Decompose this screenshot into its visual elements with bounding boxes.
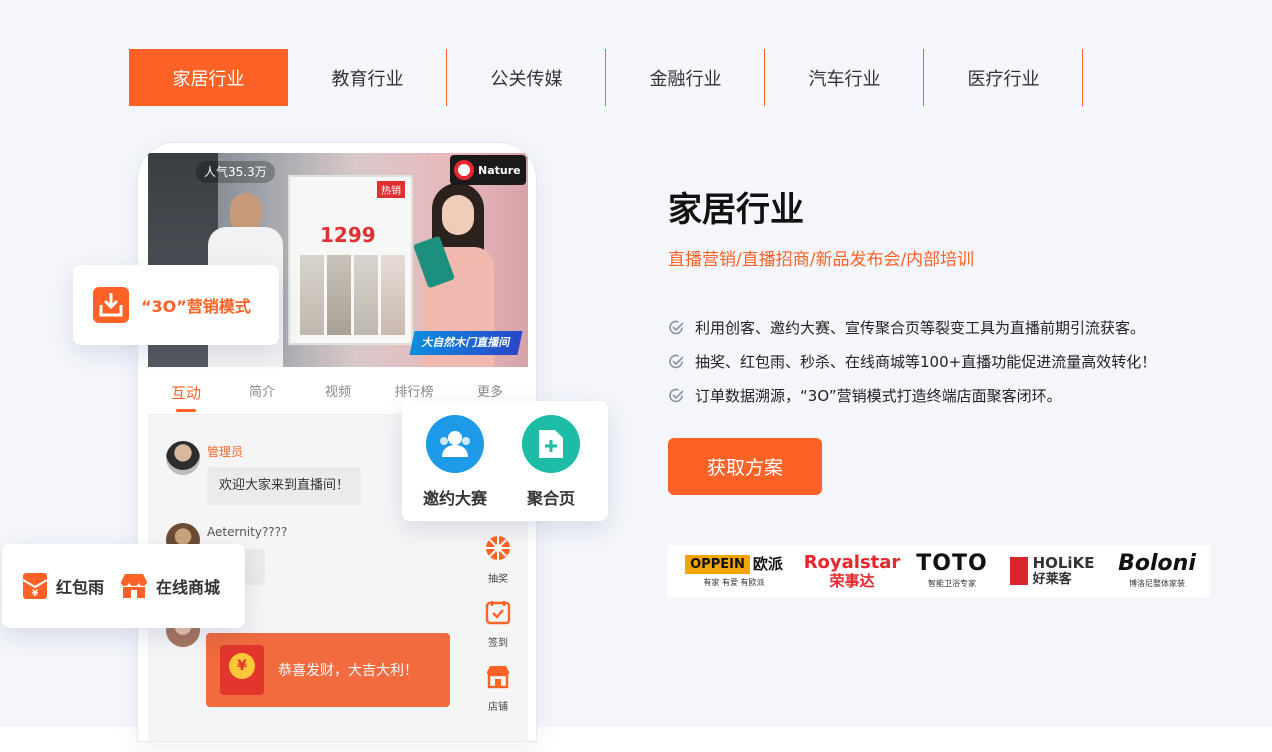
add-page-icon bbox=[522, 415, 580, 473]
download-box-icon bbox=[93, 287, 129, 323]
tab-medical[interactable]: 医疗行业 bbox=[924, 49, 1083, 106]
chat-message: 欢迎大家来到直播间！ bbox=[207, 467, 362, 505]
tab-finance[interactable]: 金融行业 bbox=[606, 49, 765, 106]
invitation-contest-item[interactable]: 邀约大赛 bbox=[410, 415, 500, 509]
live-room-label: 大自然木门直播间 bbox=[409, 331, 523, 355]
brand-name: Nature bbox=[478, 163, 521, 177]
store-tool[interactable]: 店铺 bbox=[478, 663, 518, 713]
check-circle-icon bbox=[669, 354, 684, 368]
phone-tab-interact[interactable]: 互动 bbox=[148, 375, 224, 414]
product-board: 热销 1299 bbox=[288, 175, 413, 345]
tab-automotive[interactable]: 汽车行业 bbox=[765, 49, 924, 106]
red-packet-text: 恭喜发财，大吉大利！ bbox=[278, 663, 418, 679]
red-envelope-icon: ¥ bbox=[220, 645, 264, 695]
list-item: 抽奖、红包雨、秒杀、在线商城等100+直播功能促进流量高效转化！ bbox=[668, 344, 1156, 378]
tab-public-relations-media[interactable]: 公关传媒 bbox=[447, 49, 606, 106]
users-icon bbox=[426, 415, 484, 473]
red-packet-rain-item[interactable]: ¥ 红包雨 bbox=[22, 572, 104, 600]
partner-logos: OPPEIN 欧派 有家 有爱 有欧派 Royalstar 荣事达 TOTO 智… bbox=[668, 545, 1210, 597]
board-price: 1299 bbox=[320, 223, 376, 247]
online-mall-label: 在线商城 bbox=[156, 578, 221, 597]
logo-holike: HOLiKE 好莱客 bbox=[1000, 545, 1104, 597]
o2o-marketing-label: “3O”营销模式 bbox=[141, 297, 251, 316]
tools-card: 邀约大赛 聚合页 bbox=[402, 401, 608, 521]
lottery-icon bbox=[486, 536, 510, 560]
list-item: 订单数据溯源，“3O”营销模式打造终端店面聚客闭环。 bbox=[668, 378, 1156, 412]
checkin-icon bbox=[485, 601, 511, 625]
shop-icon bbox=[121, 574, 148, 598]
avatar bbox=[166, 441, 200, 475]
phone-tab-video[interactable]: 视频 bbox=[300, 375, 376, 414]
logo-oppein: OPPEIN 欧派 有家 有爱 有欧派 bbox=[668, 545, 800, 597]
popularity-count: 人气35.3万 bbox=[196, 161, 275, 183]
logo-royalstar: Royalstar 荣事达 bbox=[803, 551, 901, 590]
industry-tabs: 家居行业 教育行业 公关传媒 金融行业 汽车行业 医疗行业 bbox=[129, 49, 1083, 106]
tab-home-furnishing[interactable]: 家居行业 bbox=[129, 49, 288, 106]
list-item: 利用创客、邀约大赛、宣传聚合页等裂变工具为直播前期引流获客。 bbox=[668, 310, 1156, 344]
o2o-marketing-card: “3O”营销模式 bbox=[73, 265, 279, 345]
holike-mark-icon bbox=[1009, 557, 1028, 585]
logo-toto: TOTO 智能卫浴专家 bbox=[916, 551, 988, 589]
aggregation-page-label: 聚合页 bbox=[526, 489, 575, 508]
check-circle-icon bbox=[669, 320, 684, 334]
brand-logo-badge: Nature bbox=[450, 155, 526, 185]
brand-ring-icon bbox=[454, 160, 474, 180]
section-title: 家居行业 bbox=[668, 190, 804, 230]
red-packet-message[interactable]: ¥ 恭喜发财，大吉大利！ bbox=[206, 633, 450, 707]
chat-username: 管理员 bbox=[207, 445, 244, 459]
check-circle-icon bbox=[669, 388, 684, 402]
online-mall-item[interactable]: 在线商城 bbox=[120, 573, 220, 599]
red-packet-rain-label: 红包雨 bbox=[56, 578, 105, 597]
board-hot-tag: 热销 bbox=[377, 181, 405, 198]
store-icon bbox=[487, 666, 509, 689]
red-envelope-icon: ¥ bbox=[22, 573, 48, 599]
tab-education[interactable]: 教育行业 bbox=[288, 49, 447, 106]
aggregation-page-item[interactable]: 聚合页 bbox=[506, 415, 596, 509]
features-card: ¥ 红包雨 在线商城 bbox=[2, 544, 245, 628]
invitation-contest-label: 邀约大赛 bbox=[422, 489, 487, 508]
svg-text:¥: ¥ bbox=[32, 589, 39, 599]
get-solution-button[interactable]: 获取方案 bbox=[668, 438, 822, 495]
checkin-tool[interactable]: 签到 bbox=[478, 599, 518, 649]
section-subtitle: 直播营销/直播招商/新品发布会/内部培训 bbox=[668, 250, 975, 270]
door-samples bbox=[300, 255, 405, 335]
lottery-tool[interactable]: 抽奖 bbox=[478, 535, 518, 585]
feature-points: 利用创客、邀约大赛、宣传聚合页等裂变工具为直播前期引流获客。 抽奖、红包雨、秒杀… bbox=[668, 310, 1156, 412]
chat-username: Aeternity???? bbox=[207, 525, 288, 539]
logo-boloni: Boloni 博洛尼整体家装 bbox=[1118, 551, 1196, 589]
phone-tab-intro[interactable]: 简介 bbox=[224, 375, 300, 414]
